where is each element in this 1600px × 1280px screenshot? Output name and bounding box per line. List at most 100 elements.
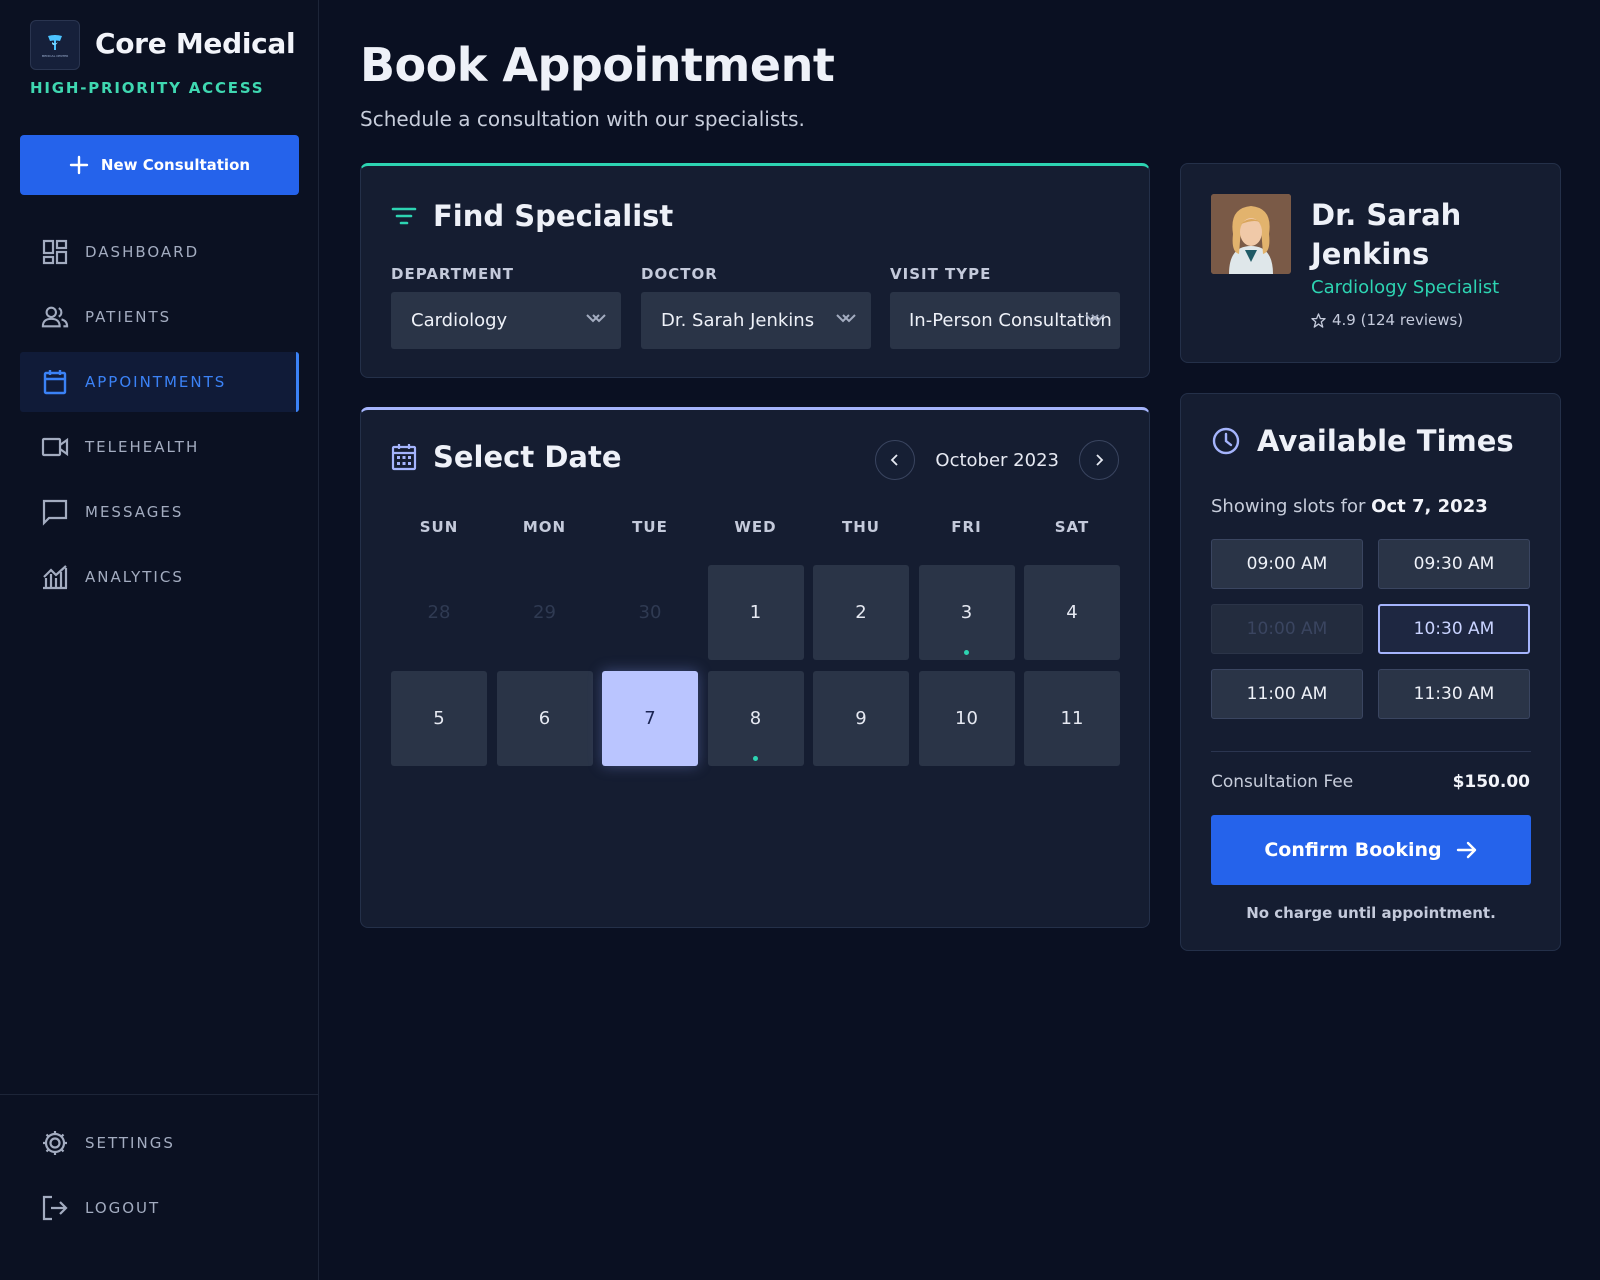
star-icon xyxy=(1311,312,1326,328)
calendar-day[interactable]: 6 xyxy=(496,671,593,766)
day-number: 30 xyxy=(638,602,662,623)
sidebar-item-dashboard[interactable]: DASHBOARD xyxy=(20,222,299,282)
calendar-day[interactable]: 3 xyxy=(918,565,1015,660)
visit-type-field: VISIT TYPE In-Person Consultation xyxy=(890,265,1120,349)
calendar-day-selected[interactable]: 7 xyxy=(602,671,698,766)
weekday-label: SUN xyxy=(419,518,459,536)
day-number: 7 xyxy=(644,708,656,729)
brand-tagline: HIGH-PRIORITY ACCESS xyxy=(30,79,265,97)
visit-type-select[interactable]: In-Person Consultation xyxy=(890,292,1120,349)
availability-dot xyxy=(964,650,969,655)
weekday-label: WED xyxy=(734,518,777,536)
sidebar-footer: SETTINGS LOGOUT xyxy=(0,1094,319,1280)
visit-type-value: In-Person Consultation xyxy=(909,310,1112,331)
day-number: 29 xyxy=(533,602,556,623)
time-slot[interactable]: 11:30 AM xyxy=(1378,669,1530,719)
calendar-day-prev-month: 29 xyxy=(497,565,593,660)
sidebar-nav: DASHBOARD PATIENTS APPOINTMENTS TELEHEAL… xyxy=(20,222,299,612)
department-select[interactable]: Cardiology xyxy=(391,292,621,349)
rating-text: 4.9 (124 reviews) xyxy=(1332,311,1464,329)
weekday-label: MON xyxy=(522,518,567,536)
dashboard-icon xyxy=(41,238,69,266)
calendar-day[interactable]: 9 xyxy=(813,671,909,766)
day-number: 8 xyxy=(749,708,762,729)
doctor-select[interactable]: Dr. Sarah Jenkins xyxy=(641,292,871,349)
day-number: 3 xyxy=(960,602,973,623)
clock-icon xyxy=(1212,427,1240,455)
logo-emblem-icon xyxy=(48,35,62,50)
doctor-specialty: Cardiology Specialist xyxy=(1311,277,1500,298)
available-times-title: Available Times xyxy=(1257,424,1514,458)
select-date-header: Select Date xyxy=(391,440,622,474)
sidebar-item-settings[interactable]: SETTINGS xyxy=(20,1113,299,1173)
sidebar-item-telehealth[interactable]: TELEHEALTH xyxy=(20,417,299,477)
calendar-grid: 28 29 30 1 2 3 4 5 6 7 8 9 10 11 xyxy=(391,565,1120,766)
chevron-down-icon xyxy=(836,314,856,323)
showing-slots-prefix: Showing slots for xyxy=(1211,496,1366,517)
calendar-day[interactable]: 10 xyxy=(918,671,1015,766)
calendar-day[interactable]: 2 xyxy=(813,565,909,660)
day-number: 5 xyxy=(433,708,445,729)
doctor-rating: 4.9 (124 reviews) xyxy=(1311,311,1463,329)
time-slot[interactable]: 09:30 AM xyxy=(1378,539,1530,589)
doctor-field: DOCTOR Dr. Sarah Jenkins xyxy=(641,265,871,349)
calendar-day[interactable]: 1 xyxy=(707,565,804,660)
fee-value: $150.00 xyxy=(1452,772,1530,792)
department-label: DEPARTMENT xyxy=(391,265,514,283)
prev-month-button[interactable] xyxy=(875,440,916,480)
day-number: 4 xyxy=(1066,602,1078,623)
day-number: 6 xyxy=(538,708,551,729)
page-title: Book Appointment xyxy=(360,38,835,92)
brand-name: Core Medical xyxy=(95,27,296,60)
doctor-label: DOCTOR xyxy=(641,265,718,283)
sidebar-item-label: TELEHEALTH xyxy=(85,438,200,456)
chevron-right-icon xyxy=(1096,454,1104,466)
doctor-profile-card: Dr. Sarah Jenkins Cardiology Specialist … xyxy=(1180,163,1561,363)
month-navigation: October 2023 xyxy=(875,440,1119,480)
select-date-card: Select Date October 2023 SUN MON TUE WED… xyxy=(360,407,1150,928)
find-specialist-title: Find Specialist xyxy=(433,199,674,233)
calendar-day[interactable]: 5 xyxy=(391,671,487,766)
sidebar-item-messages[interactable]: MESSAGES xyxy=(20,482,299,542)
confirm-booking-label: Confirm Booking xyxy=(1264,839,1442,861)
sidebar-item-label: LOGOUT xyxy=(85,1199,161,1217)
time-slot-grid: 09:00 AM 09:30 AM 10:00 AM 10:30 AM 11:0… xyxy=(1211,539,1531,719)
time-slot-selected[interactable]: 10:30 AM xyxy=(1378,604,1530,654)
sidebar-item-analytics[interactable]: ANALYTICS xyxy=(20,547,299,607)
confirm-booking-button[interactable]: Confirm Booking xyxy=(1211,815,1531,885)
new-consultation-button[interactable]: New Consultation xyxy=(20,135,299,195)
weekday-label: SAT xyxy=(1054,518,1090,536)
doctor-name: Dr. Sarah Jenkins xyxy=(1311,198,1462,271)
calendar-day[interactable]: 4 xyxy=(1024,565,1120,660)
new-consultation-label: New Consultation xyxy=(100,156,251,174)
page-subtitle: Schedule a consultation with our special… xyxy=(360,107,805,131)
calendar-day-prev-month: 28 xyxy=(391,565,487,660)
people-icon xyxy=(41,303,69,331)
time-slot[interactable]: 09:00 AM xyxy=(1211,539,1363,589)
next-month-button[interactable] xyxy=(1079,440,1119,480)
calendar-day[interactable]: 8 xyxy=(707,671,804,766)
sidebar-item-label: ANALYTICS xyxy=(85,568,184,586)
sidebar-item-appointments[interactable]: APPOINTMENTS xyxy=(20,352,299,412)
chevron-down-icon xyxy=(1085,314,1105,323)
sidebar-item-patients[interactable]: PATIENTS xyxy=(20,287,299,347)
weekday-label: TUE xyxy=(632,518,668,536)
available-times-card: Available Times Showing slots for Oct 7,… xyxy=(1180,393,1561,951)
visit-type-label: VISIT TYPE xyxy=(890,265,992,283)
time-slot[interactable]: 11:00 AM xyxy=(1211,669,1363,719)
fee-label: Consultation Fee xyxy=(1211,772,1354,792)
availability-dot xyxy=(753,756,758,761)
calendar-icon xyxy=(41,368,69,396)
day-number: 10 xyxy=(955,708,978,729)
sidebar-item-logout[interactable]: LOGOUT xyxy=(20,1178,299,1238)
sidebar-item-label: APPOINTMENTS xyxy=(85,373,227,391)
day-number: 28 xyxy=(427,602,451,623)
calendar-day[interactable]: 11 xyxy=(1024,671,1120,766)
department-field: DEPARTMENT Cardiology xyxy=(391,265,621,349)
arrow-right-icon xyxy=(1456,841,1476,859)
sidebar-item-label: PATIENTS xyxy=(85,308,172,326)
logout-icon xyxy=(41,1194,69,1222)
video-icon xyxy=(41,433,69,461)
available-times-header: Available Times xyxy=(1211,424,1514,458)
day-number: 1 xyxy=(749,602,762,623)
